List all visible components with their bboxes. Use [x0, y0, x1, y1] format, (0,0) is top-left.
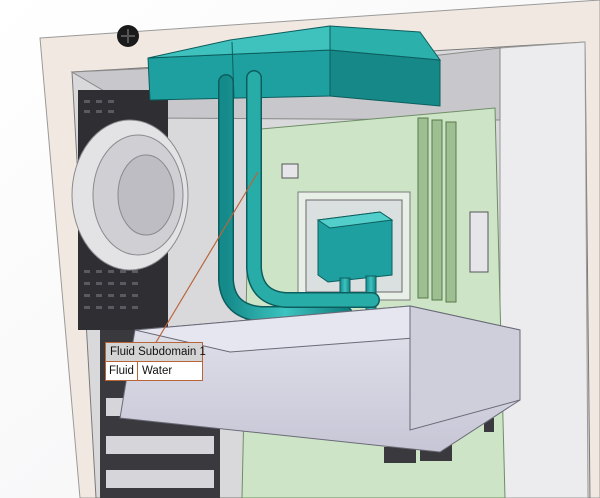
cad-model-view[interactable] — [0, 0, 600, 498]
callout-title: Fluid Subdomain 1 — [106, 343, 206, 362]
fluid-subdomain-callout[interactable]: Fluid Subdomain 1 Fluid Water — [105, 342, 206, 381]
chip — [469, 211, 489, 273]
3d-viewport[interactable] — [0, 0, 600, 498]
fan-icon — [71, 119, 189, 271]
screw-icon — [117, 25, 139, 47]
callout-value: Water — [141, 365, 173, 377]
ram-slots — [417, 117, 457, 303]
callout-property: Fluid — [106, 362, 138, 380]
small-component — [281, 163, 299, 179]
case-back-panel — [499, 41, 589, 498]
callout-row: Fluid Water — [106, 362, 202, 380]
